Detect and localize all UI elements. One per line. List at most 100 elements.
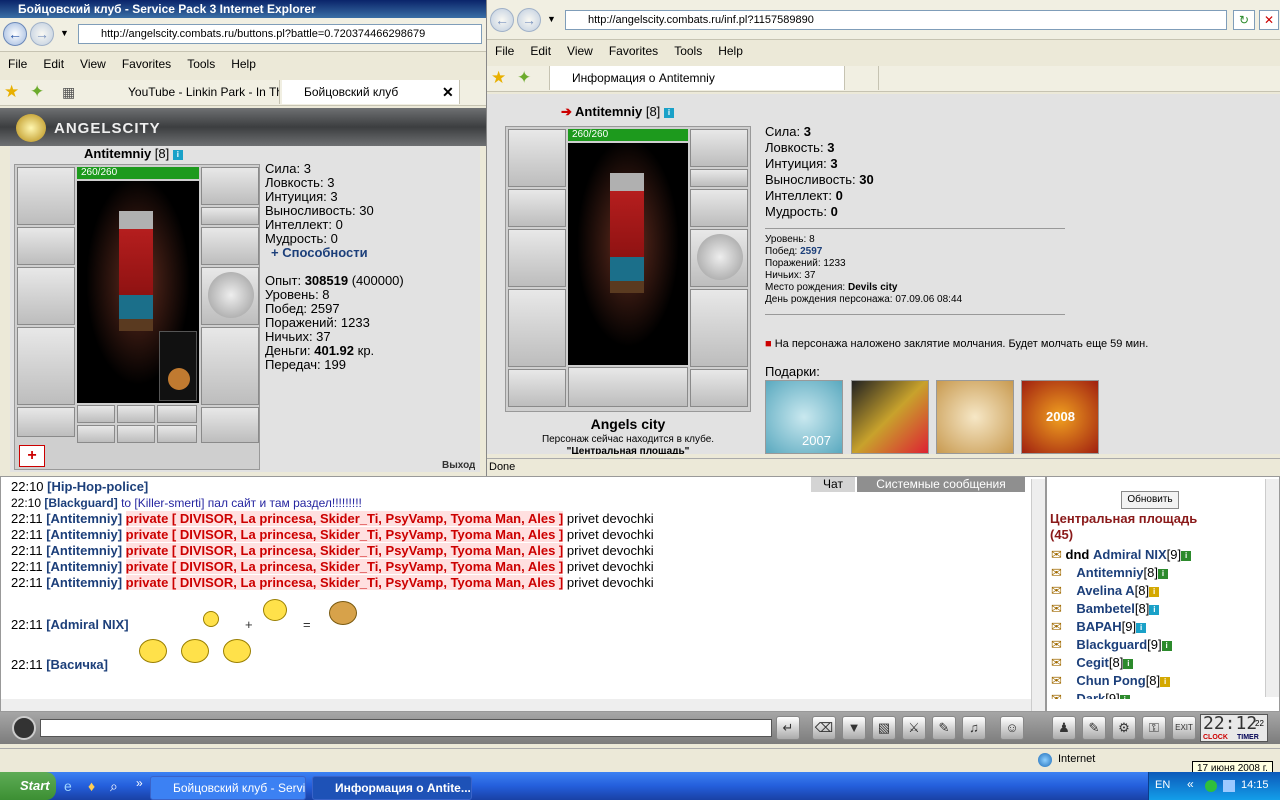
menu-favorites[interactable]: Favorites	[122, 57, 171, 71]
taskbar-button-fight-club[interactable]: Бойцовский клуб - Servi...	[150, 776, 306, 800]
user-row[interactable]: ✉ Cegit[8] i	[1051, 655, 1134, 673]
chat-hscrollbar[interactable]	[1, 699, 1031, 711]
rune-slot-1[interactable]	[77, 405, 115, 423]
leggings-slot[interactable]	[201, 327, 259, 405]
language-indicator[interactable]: EN	[1155, 779, 1170, 791]
belt-slot[interactable]	[508, 369, 566, 407]
chevron-left-icon[interactable]: «	[1187, 777, 1194, 791]
shield-slot[interactable]	[201, 267, 259, 325]
tab-fight-club[interactable]: Бойцовский клуб	[282, 80, 460, 104]
spell-slot-1[interactable]	[77, 425, 115, 443]
tray-icon[interactable]	[1205, 780, 1217, 792]
helmet-slot[interactable]	[508, 129, 566, 187]
search-quicklaunch-icon[interactable]: ⌕	[110, 778, 118, 795]
new-tab[interactable]	[847, 66, 879, 90]
menu-help[interactable]: Help	[718, 44, 743, 58]
user-row[interactable]: ✉ BAPAH[9] i	[1051, 619, 1147, 637]
gloves-slot[interactable]	[690, 189, 748, 227]
abilities-link[interactable]: + Способности	[265, 246, 475, 260]
chat-message-input[interactable]	[40, 719, 772, 737]
boots-slot[interactable]	[690, 369, 748, 407]
menu-favorites[interactable]: Favorites	[609, 44, 658, 58]
gift-bag[interactable]	[851, 380, 929, 454]
exit-icon[interactable]: EXIT	[1172, 716, 1196, 740]
leggings-slot[interactable]	[690, 289, 748, 367]
clear-icon[interactable]: ⌫	[812, 716, 836, 740]
armor-slot[interactable]	[508, 289, 566, 367]
pet-portrait[interactable]	[159, 331, 197, 401]
necklace-slot[interactable]	[690, 129, 748, 167]
save-icon[interactable]: ▧	[872, 716, 896, 740]
bracers-slot[interactable]	[17, 227, 75, 265]
character-avatar[interactable]	[77, 181, 199, 403]
gloves-slot[interactable]	[201, 227, 259, 265]
gift-card-2008[interactable]: 2008	[1021, 380, 1099, 454]
user-row[interactable]: ✉ Bambetel[8] i	[1051, 601, 1160, 619]
rings-slot[interactable]	[690, 169, 748, 187]
refresh-icon[interactable]: ↻	[1233, 10, 1255, 30]
fight-icon[interactable]: ⚔	[902, 716, 926, 740]
menu-help[interactable]: Help	[231, 57, 256, 71]
mute-icon[interactable]	[12, 716, 36, 740]
heal-icon[interactable]: +	[19, 445, 45, 467]
info-icon[interactable]: i	[663, 107, 674, 118]
user-row[interactable]: ✉ Avelina A[8] i	[1051, 583, 1160, 601]
sound-icon[interactable]: ♫	[962, 716, 986, 740]
quicklaunch-icon[interactable]: ♦	[88, 778, 95, 794]
menu-view[interactable]: View	[567, 44, 593, 58]
menu-edit[interactable]: Edit	[43, 57, 64, 71]
gift-box[interactable]	[936, 380, 1014, 454]
rune-slot-3[interactable]	[157, 405, 197, 423]
skills-icon[interactable]: ⚙	[1112, 716, 1136, 740]
user-row[interactable]: ✉ Chun Pong[8] i	[1051, 673, 1171, 691]
spell-slot-2[interactable]	[117, 425, 155, 443]
rings-slot[interactable]	[201, 207, 259, 225]
history-dropdown-icon[interactable]: ▼	[60, 28, 69, 38]
favorites-star-icon[interactable]: ★	[491, 68, 506, 88]
close-tab-icon[interactable]: ✕	[442, 84, 454, 101]
user-row[interactable]: ✉ Dark[9]i	[1051, 691, 1130, 699]
user-row[interactable]: ✉ dnd Admiral NIX[9] i	[1051, 547, 1192, 565]
armor-slot[interactable]	[17, 327, 75, 405]
inventory-icon[interactable]: ♟	[1052, 716, 1076, 740]
add-favorite-icon[interactable]: ✦	[517, 68, 531, 88]
start-button[interactable]: Start	[0, 772, 56, 800]
filter-icon[interactable]: ▼	[842, 716, 866, 740]
quick-tabs-icon[interactable]: ▦	[62, 84, 75, 101]
lock-icon[interactable]: ⚿	[1142, 716, 1166, 740]
menu-file[interactable]: File	[8, 57, 27, 71]
user-list-scrollbar[interactable]	[1265, 479, 1279, 697]
menu-tools[interactable]: Tools	[674, 44, 702, 58]
belt-slot[interactable]	[17, 407, 75, 437]
user-row[interactable]: ✉ Blackguard[9] i	[1051, 637, 1172, 655]
tray-network-icon[interactable]	[1223, 780, 1235, 792]
menu-file[interactable]: File	[495, 44, 514, 58]
helmet-slot[interactable]	[17, 167, 75, 225]
bracers-slot[interactable]	[508, 189, 566, 227]
boots-slot[interactable]	[201, 407, 259, 443]
history-dropdown-icon[interactable]: ▼	[547, 14, 556, 24]
weapon-slot[interactable]	[17, 267, 75, 325]
left-address-input[interactable]: http://angelscity.combats.ru/buttons.pl?…	[78, 24, 482, 44]
info-icon[interactable]: i	[172, 149, 183, 160]
back-button[interactable]: ←	[490, 8, 514, 32]
translit-icon[interactable]: ✎	[932, 716, 956, 740]
exit-link[interactable]: Выход	[442, 460, 475, 470]
right-address-input[interactable]: http://angelscity.combats.ru/inf.pl?1157…	[565, 10, 1227, 30]
ie-quicklaunch-icon[interactable]: e	[64, 778, 72, 794]
weapon-slot[interactable]	[508, 229, 566, 287]
tab-youtube[interactable]: YouTube - Linkin Park - In Th...	[106, 80, 280, 104]
rune-slot-2[interactable]	[117, 405, 155, 423]
back-button[interactable]: ←	[3, 22, 27, 46]
quest-icon[interactable]: ✎	[1082, 716, 1106, 740]
gift-card-2007[interactable]: 2007	[765, 380, 843, 454]
menu-tools[interactable]: Tools	[187, 57, 215, 71]
character-name[interactable]: Antitemniy	[84, 146, 151, 161]
refresh-button[interactable]: Обновить	[1121, 491, 1179, 509]
menu-edit[interactable]: Edit	[530, 44, 551, 58]
user-row[interactable]: ✉ Antitemniy[8] i	[1051, 565, 1168, 583]
chevron-icon[interactable]: »	[136, 776, 143, 790]
necklace-slot[interactable]	[201, 167, 259, 205]
smiley-picker-icon[interactable]: ☺	[1000, 716, 1024, 740]
tray-clock[interactable]: 14:15	[1241, 779, 1269, 791]
